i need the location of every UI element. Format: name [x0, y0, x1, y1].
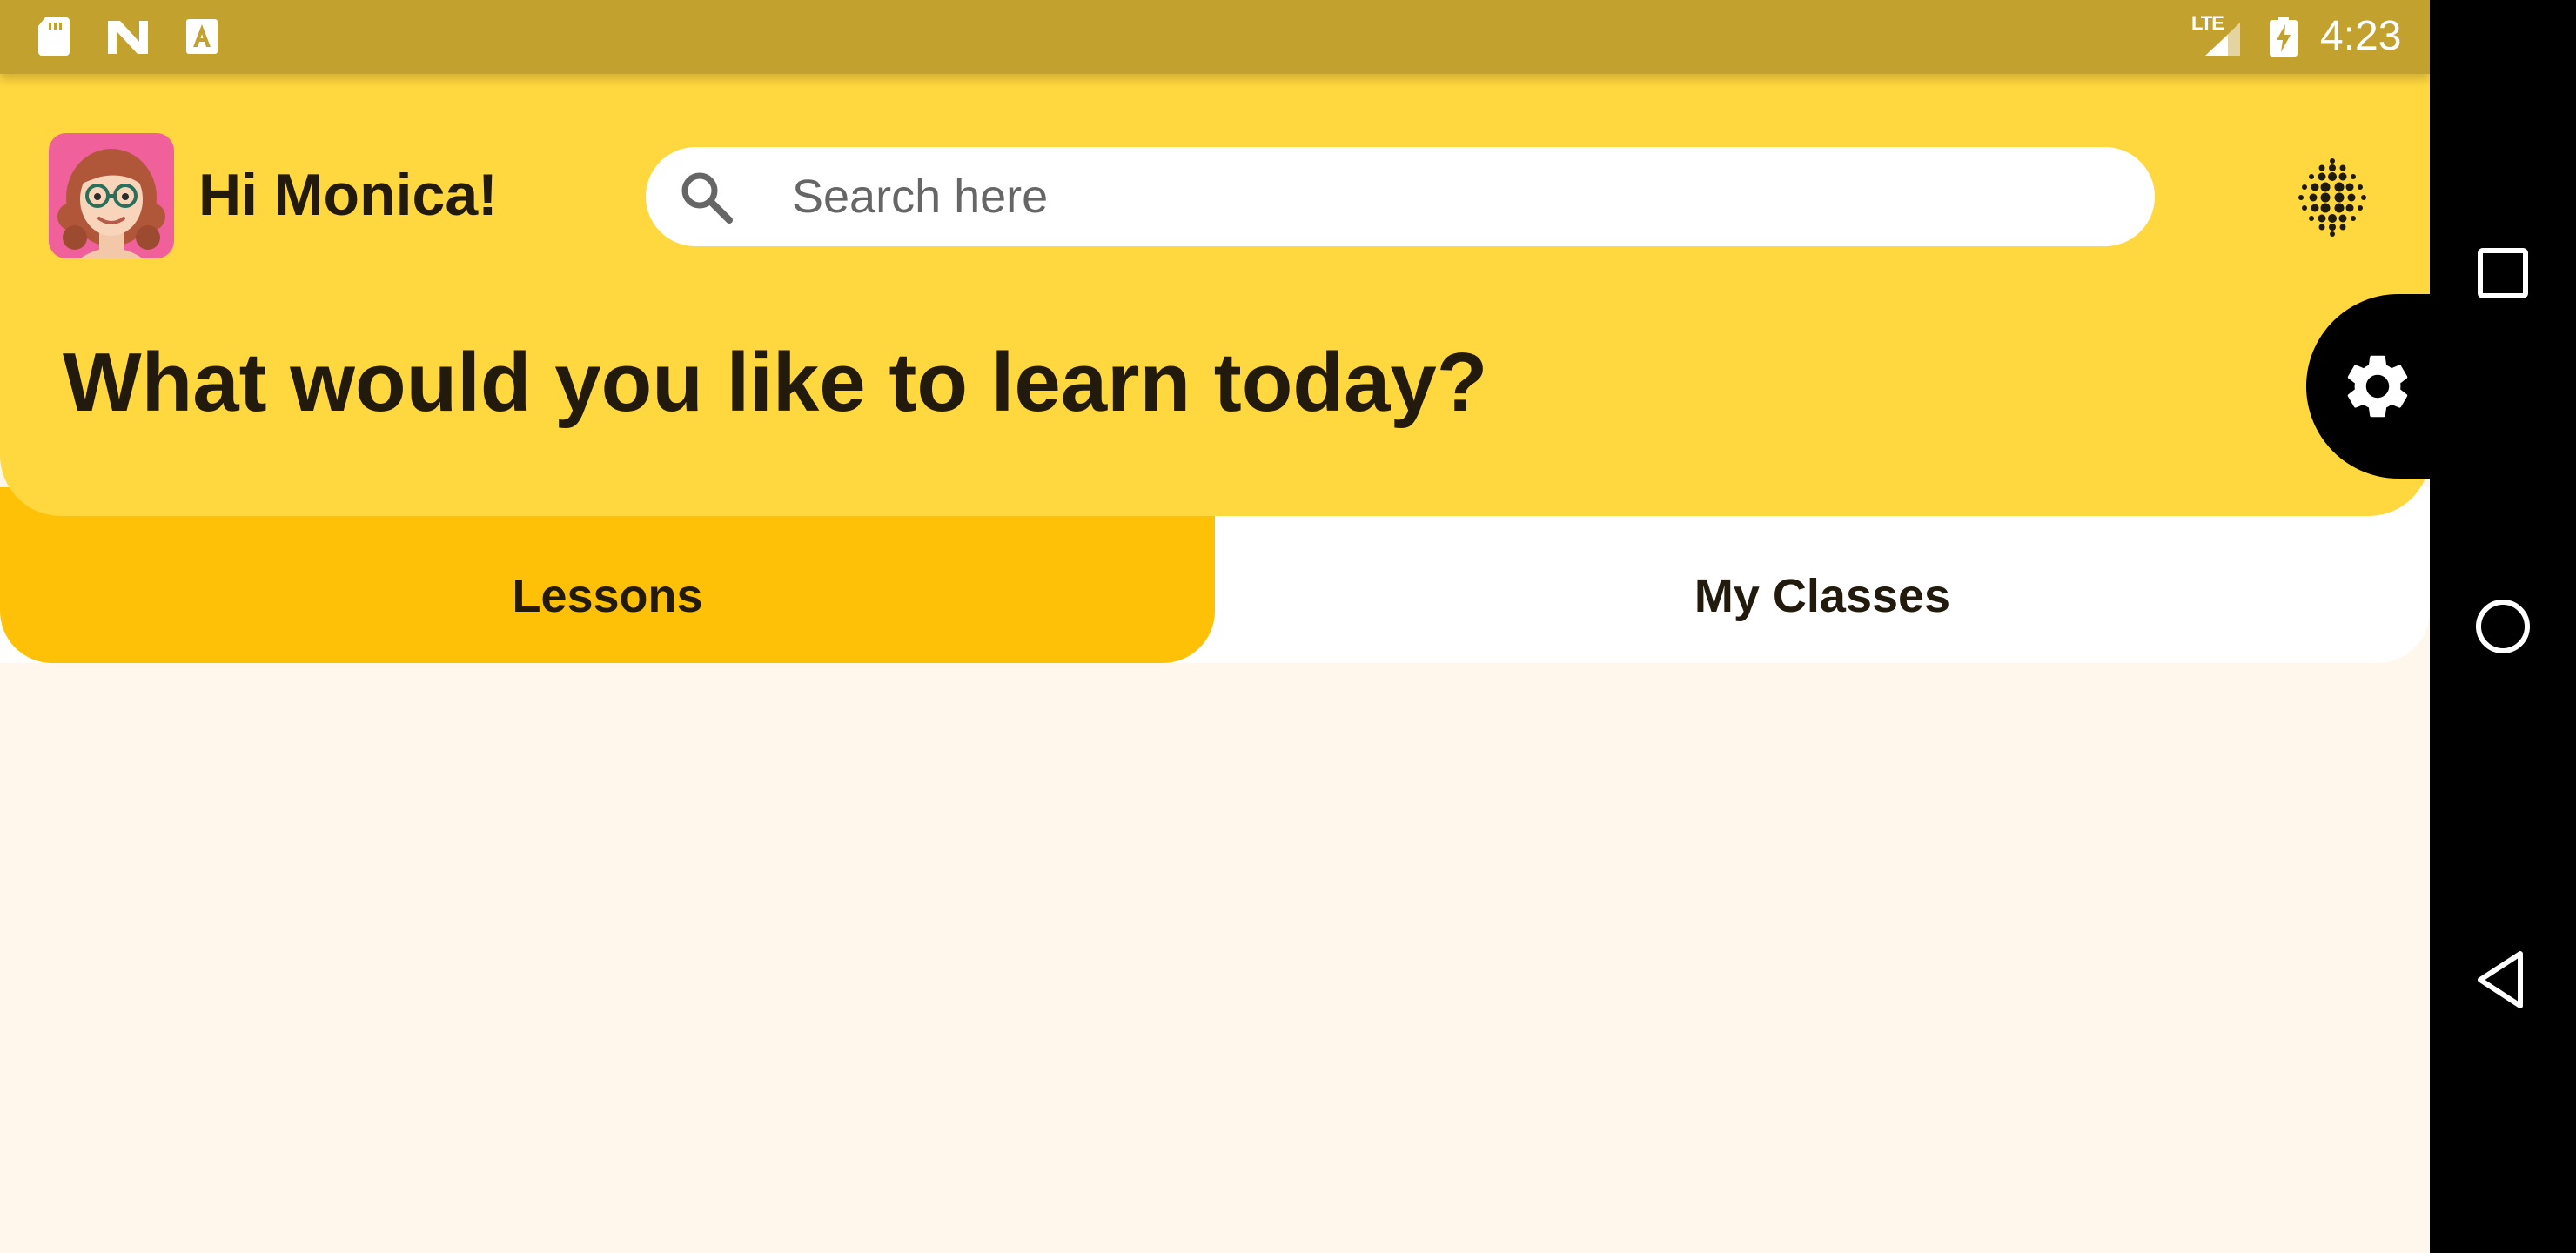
sd-card-icon — [38, 17, 70, 56]
tab-lessons-label: Lessons — [512, 570, 703, 622]
clock: 4:23 — [2320, 13, 2402, 59]
a-text-icon — [186, 19, 218, 54]
avatar[interactable] — [49, 133, 174, 258]
female-avatar-icon — [57, 149, 165, 258]
signal-icon — [2205, 23, 2240, 56]
dots-grid-icon[interactable] — [2289, 152, 2376, 239]
gear-icon — [2347, 355, 2408, 418]
content-area — [0, 663, 2430, 1253]
header-panel: Hi Monica! What would you like to learn … — [0, 74, 2430, 516]
search-input[interactable] — [792, 147, 2097, 246]
tab-my-classes-label: My Classes — [1694, 570, 1951, 622]
battery-charging-icon — [2270, 17, 2298, 57]
search-icon — [681, 172, 733, 224]
n-logo-icon — [108, 21, 148, 54]
page-title: What would you like to learn today? — [63, 336, 1488, 429]
navigation-bar — [2430, 0, 2576, 1253]
recents-icon[interactable] — [2468, 238, 2538, 308]
back-icon[interactable] — [2468, 945, 2538, 1015]
status-bar: LTE 4:23 — [0, 0, 2430, 74]
search-bar[interactable] — [646, 147, 2155, 246]
greeting: Hi Monica! — [198, 162, 498, 228]
home-icon[interactable] — [2468, 592, 2538, 661]
